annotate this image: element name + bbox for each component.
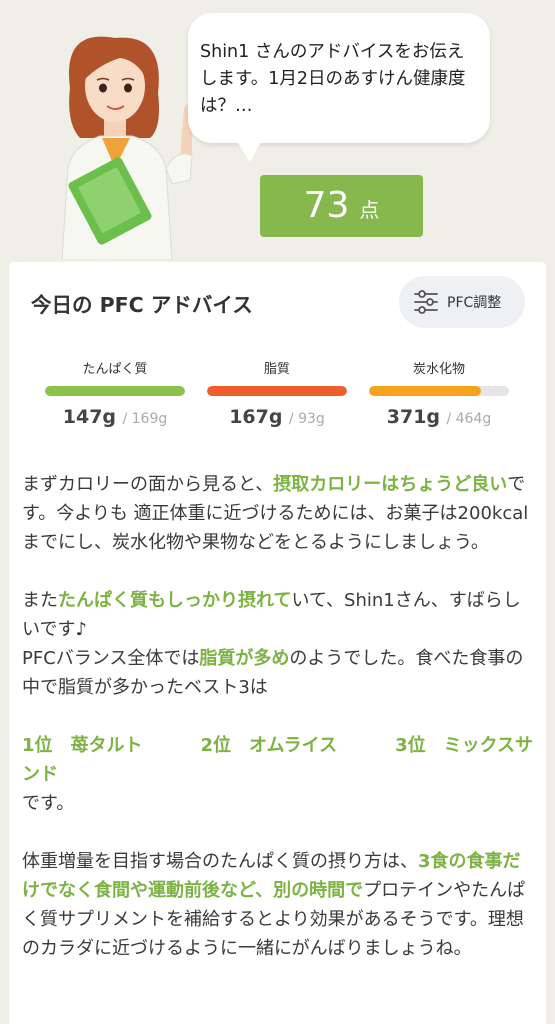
fat-value: 167g (229, 406, 283, 428)
advisor-avatar (61, 36, 193, 260)
pfc-bars: たんぱく質 147g / 169g 脂質 167g / 93g 炭水化物 371 (45, 358, 509, 438)
protein-fill (45, 386, 185, 396)
health-score-badge: 73 点 (260, 175, 423, 237)
advice-paragraph-calorie: まずカロリーの面から見ると、摂取カロリーはちょうど良いです。今よりも 適正体重に… (22, 470, 537, 557)
pfc-adjust-label: PFC調整 (447, 295, 502, 311)
fat-ranking: 1位 苺タルト 2位 オムライス 3位 ミックスサンド です。 (22, 731, 537, 818)
fat-amount: 167g / 93g (207, 406, 347, 428)
protein-target: / 169g (118, 411, 168, 427)
health-score-unit: 点 (359, 198, 380, 222)
advice-text: まずカロリーの面から見ると、摂取カロリーはちょうど良いです。今よりも 適正体重に… (22, 470, 537, 992)
protein-amount: 147g / 169g (45, 406, 185, 428)
rank-item-2: 2位 オムライス (200, 735, 338, 756)
carbs-fill (369, 386, 481, 396)
fat-track (207, 386, 347, 396)
advice-text-segment: PFCバランス全体では (22, 648, 200, 669)
advisor-message: Shin1 さんのアドバイスをお伝えします。1月2日のあすけん健康度は？… (200, 42, 466, 116)
health-score-value: 73 (303, 185, 350, 226)
advice-text-segment: 体重増量を目指す場合のたんぱく質の摂り方は、 (22, 851, 418, 872)
card-title: 今日の PFC アドバイス (31, 293, 253, 317)
advice-paragraph-balance: またたんぱく質もしっかり摂れていて、Shin1さん、すばらしいです♪ PFCバラン… (22, 586, 537, 702)
speech-bubble-tail (236, 140, 262, 162)
carbs-track (369, 386, 509, 396)
advice-highlight: 摂取カロリーはちょうど良い (273, 474, 508, 495)
fat-bar: 脂質 167g / 93g (207, 358, 347, 428)
advice-paragraph-protein: 体重増量を目指す場合のたんぱく質の摂り方は、3食の食事だけでなく食間や運動前後な… (22, 847, 537, 963)
advice-text-segment: また (22, 590, 58, 611)
carbs-bar: 炭水化物 371g / 464g (369, 358, 509, 428)
advice-highlight: たんぱく質もしっかり摂れて (58, 590, 292, 611)
protein-value: 147g (62, 406, 117, 428)
fat-label: 脂質 (263, 362, 290, 377)
speech-bubble: Shin1 さんのアドバイスをお伝えします。1月2日のあすけん健康度は？… (188, 13, 490, 143)
fat-target: / 93g (284, 411, 325, 427)
carbs-target: / 464g (442, 411, 492, 427)
protein-bar: たんぱく質 147g / 169g (45, 358, 185, 428)
protein-label: たんぱく質 (82, 362, 148, 377)
carbs-label: 炭水化物 (412, 362, 465, 377)
advice-text-segment: まずカロリーの面から見ると、 (22, 474, 274, 495)
rank-tail: です。 (22, 793, 75, 814)
pfc-advice-card: 今日の PFC アドバイス PFC調整 たんぱく質 147g / 169g 脂質 (9, 262, 546, 1024)
rank-item-1: 1位 苺タルト (22, 735, 143, 756)
advice-highlight: 脂質が多め (199, 648, 290, 669)
carbs-value: 371g (386, 406, 441, 428)
carbs-amount: 371g / 464g (369, 406, 509, 428)
sliders-icon (414, 290, 438, 314)
fat-fill (207, 386, 347, 396)
pfc-adjust-button[interactable]: PFC調整 (399, 276, 525, 328)
protein-track (45, 386, 185, 396)
advisor-header: Shin1 さんのアドバイスをお伝えします。1月2日のあすけん健康度は？… 73… (0, 0, 555, 262)
